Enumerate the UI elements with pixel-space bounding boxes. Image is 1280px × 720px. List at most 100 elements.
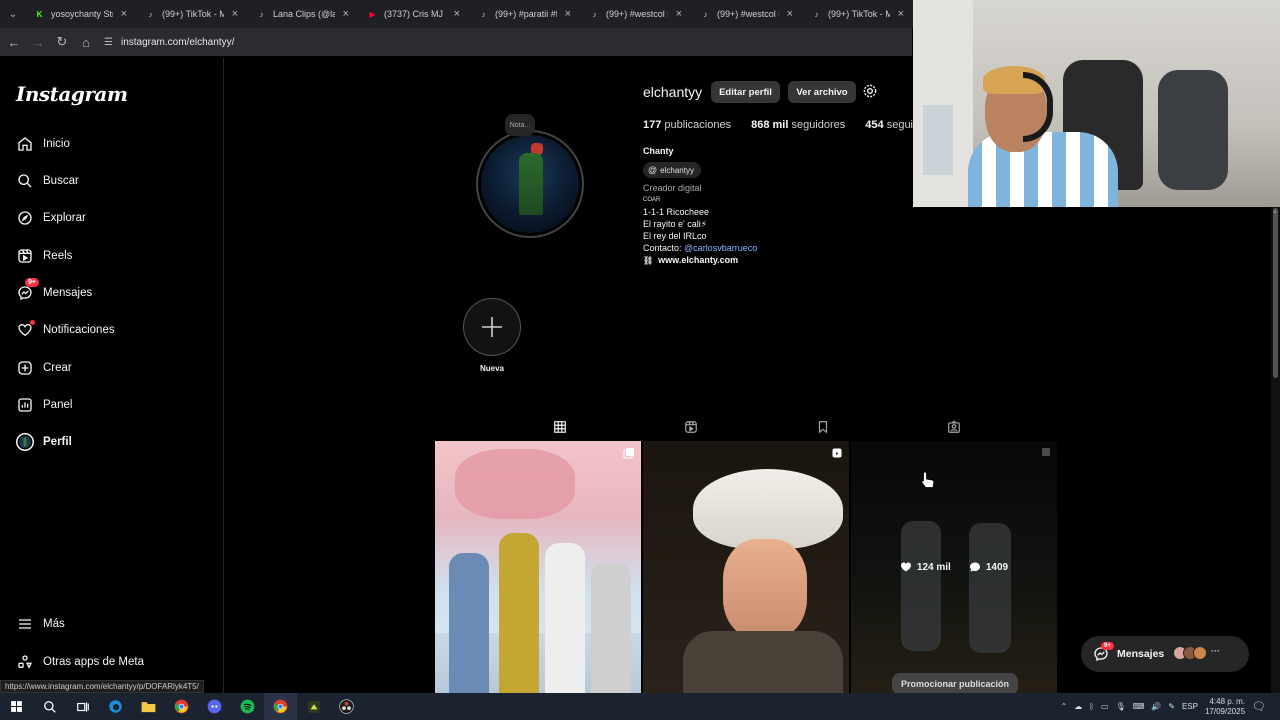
keyboard-layout[interactable]: ESP <box>1182 702 1198 711</box>
sidebar-item-explorar[interactable]: Explorar <box>16 206 86 230</box>
avatar-image <box>481 135 579 233</box>
compass-icon <box>16 209 34 227</box>
close-icon[interactable]: × <box>121 8 127 20</box>
task-view-icon[interactable] <box>66 693 99 720</box>
browser-tab[interactable]: Kyosoychanty Stre× <box>26 0 137 28</box>
post-thumbnail[interactable] <box>435 441 641 693</box>
chrome-icon[interactable] <box>264 693 297 720</box>
sidebar-item-inicio[interactable]: Inicio <box>16 132 70 156</box>
recent-chats-avatars: ··· <box>1173 646 1220 660</box>
sidebar-item-crear[interactable]: Crear <box>16 356 72 380</box>
discord-icon[interactable] <box>198 693 231 720</box>
post-image-detail <box>455 449 575 519</box>
url-field[interactable]: ☰ instagram.com/elchantyy/ <box>104 31 234 53</box>
app-icon[interactable] <box>297 693 330 720</box>
post-image-detail <box>723 539 807 639</box>
sidebar-item-meta-apps[interactable]: Otras apps de Meta <box>16 650 144 674</box>
website-link[interactable]: ⛓ www.elchanty.com <box>643 255 738 265</box>
browser-tab[interactable]: ♪(99+) TikTok - Ma× <box>803 0 914 28</box>
tab-reels[interactable] <box>671 413 711 441</box>
reels-icon <box>16 247 34 265</box>
notification-dot <box>30 320 35 325</box>
taskbar-search-icon[interactable] <box>33 693 66 720</box>
browser-tab[interactable]: ♪(99+) #westcol #k× <box>692 0 803 28</box>
view-archive-button[interactable]: Ver archivo <box>788 81 856 103</box>
site-info-icon[interactable]: ☰ <box>104 37 113 48</box>
webcam-detail <box>1158 70 1228 190</box>
webcam-detail <box>923 105 953 175</box>
post-thumbnail[interactable]: 124 mil 1409 Promocionar publicación <box>851 441 1057 693</box>
sidebar-item-notificaciones[interactable]: Notificaciones <box>16 318 115 342</box>
post-image-detail <box>693 469 843 549</box>
contact-mention-link[interactable]: @carlosvbarrueco <box>684 243 757 253</box>
notifications-tray-icon[interactable]: 🗨 <box>1252 700 1266 713</box>
chart-icon <box>16 396 34 414</box>
avatar <box>1193 646 1207 660</box>
sidebar-item-mensajes[interactable]: 9+ Mensajes <box>16 278 92 305</box>
close-icon[interactable]: × <box>343 8 349 20</box>
tab-search-icon[interactable]: ⌄ <box>0 0 26 28</box>
instagram-logo[interactable]: Instagram <box>16 82 128 106</box>
menu-icon <box>16 615 34 633</box>
close-icon[interactable]: × <box>898 8 904 20</box>
windows-start-icon[interactable] <box>0 693 33 720</box>
browser-tab[interactable]: ▶(3737) Cris MJ - C× <box>359 0 470 28</box>
sidebar-item-reels[interactable]: Reels <box>16 244 72 268</box>
tab-tagged[interactable] <box>934 413 974 441</box>
sidebar-item-buscar[interactable]: Buscar <box>16 169 79 193</box>
scrollbar-thumb[interactable] <box>1273 208 1278 378</box>
cloud-icon[interactable]: ☁ <box>1074 702 1082 711</box>
bookmark-icon <box>818 421 828 434</box>
gear-icon[interactable] <box>862 83 878 99</box>
followers-stat[interactable]: 868 mil seguidores <box>751 119 845 131</box>
hand-cursor-icon <box>921 471 935 494</box>
clock[interactable]: 4:48 p. m. 17/09/2025 <box>1205 697 1245 717</box>
posts-stat: 177 publicaciones <box>643 119 732 131</box>
microphone-icon[interactable]: 🎙 <box>1116 702 1126 711</box>
home-browser-icon[interactable]: ⌂ <box>74 28 98 56</box>
volume-icon[interactable]: 🔊 <box>1151 702 1161 711</box>
threads-badge[interactable]: @ elchantyy <box>643 162 701 178</box>
close-icon[interactable]: × <box>787 8 793 20</box>
edge-icon[interactable] <box>99 693 132 720</box>
tab-posts[interactable] <box>540 413 580 443</box>
favicon: K <box>36 9 43 19</box>
post-thumbnail[interactable] <box>643 441 849 693</box>
sidebar-item-mas[interactable]: Más <box>16 612 65 636</box>
pen-icon[interactable]: ✎ <box>1168 702 1175 711</box>
network-icon[interactable]: ⌨ <box>1133 702 1145 711</box>
bluetooth-icon[interactable]: ᛒ <box>1089 702 1094 711</box>
file-explorer-icon[interactable] <box>132 693 165 720</box>
browser-tab[interactable]: ♪(99+) #paratii #fyp× <box>470 0 581 28</box>
forward-icon[interactable]: → <box>26 28 50 56</box>
obs-icon[interactable] <box>330 693 363 720</box>
reload-icon[interactable]: ↻ <box>50 28 74 56</box>
edit-profile-button[interactable]: Editar perfil <box>711 81 780 103</box>
close-icon[interactable]: × <box>676 8 682 20</box>
browser-tab[interactable]: ♪(99+) #westcol #e× <box>581 0 692 28</box>
new-highlight-button[interactable] <box>463 298 521 356</box>
close-icon[interactable]: × <box>232 8 238 20</box>
profile-avatar[interactable] <box>476 130 584 238</box>
device-icon[interactable]: ▭ <box>1101 702 1109 711</box>
sidebar-item-panel[interactable]: Panel <box>16 393 72 417</box>
sidebar-item-perfil[interactable]: Perfil <box>16 430 72 454</box>
tab-saved[interactable] <box>803 413 843 441</box>
scroll-up-icon[interactable]: ▲ <box>1272 209 1278 215</box>
spotify-icon[interactable] <box>231 693 264 720</box>
back-icon[interactable]: ← <box>2 28 26 56</box>
address-bar: ← → ↻ ⌂ ☰ instagram.com/elchantyy/ <box>0 28 912 56</box>
profile-username: elchantyy <box>643 84 703 100</box>
promote-post-button[interactable]: Promocionar publicación <box>892 673 1018 693</box>
note-bubble[interactable]: Nota... <box>505 114 535 136</box>
close-icon[interactable]: × <box>565 8 571 20</box>
close-icon[interactable]: × <box>454 8 460 20</box>
browser-tab[interactable]: ♪(99+) TikTok - Ma× <box>137 0 248 28</box>
browser-tab[interactable]: ♪Lana Clips (@lana× <box>248 0 359 28</box>
post-image-detail <box>591 563 631 693</box>
messages-floating-button[interactable]: 9+ Mensajes ··· <box>1081 636 1249 672</box>
bio-text: El rayito e' cali⚡ <box>643 219 708 229</box>
chevron-up-icon[interactable]: ⌃ <box>1061 702 1068 711</box>
heart-filled-icon <box>900 562 911 572</box>
chrome-icon[interactable] <box>165 693 198 720</box>
